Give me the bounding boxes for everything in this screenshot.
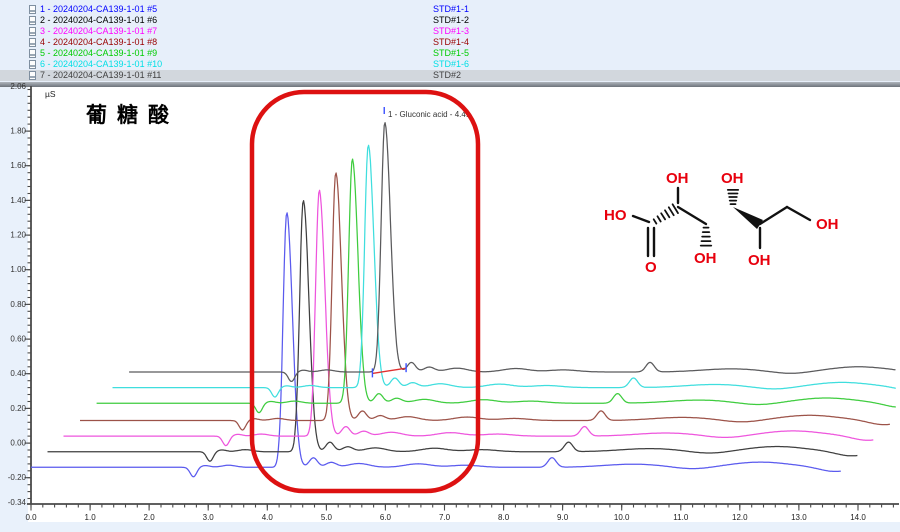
bond — [633, 216, 649, 222]
x-tick-label: 5.0 — [321, 513, 333, 522]
x-tick-label: 13.0 — [791, 513, 807, 522]
x-tick-label: 8.0 — [498, 513, 510, 522]
x-tick-label: 11.0 — [673, 513, 689, 522]
x-tick-label: 12.0 — [732, 513, 748, 522]
end-ho-label: HO — [604, 207, 627, 224]
y-tick-label: 1.00 — [10, 265, 26, 274]
c2-oh-label: OH — [666, 170, 689, 187]
y-tick-label: 0.40 — [10, 369, 26, 378]
x-tick-label: 3.0 — [203, 513, 215, 522]
bond — [760, 207, 787, 224]
y-tick-label: 1.80 — [10, 127, 26, 136]
y-tick-label: 1.60 — [10, 161, 26, 170]
y-tick-label: 1.20 — [10, 231, 26, 240]
x-tick-label: 14.0 — [850, 513, 866, 522]
hashed-wedge-bond — [661, 213, 665, 219]
y-tick-label: 0.80 — [10, 300, 26, 309]
x-tick-label: 1.0 — [85, 513, 97, 522]
c6-oh-label: OH — [816, 216, 839, 233]
y-tick-label: 0.60 — [10, 335, 26, 344]
plot-title: 葡糖酸 — [86, 99, 179, 129]
y-max-label: 2.06 — [10, 82, 26, 91]
hashed-wedge-bond — [669, 207, 674, 215]
hashed-wedge-bond — [665, 210, 669, 217]
x-tick-label: 6.0 — [380, 513, 392, 522]
c5-oh-label: OH — [748, 252, 771, 269]
bond — [678, 207, 706, 224]
peak-label: 1 - Gluconic acid - 4.41 — [388, 110, 471, 119]
solid-wedge-bond — [733, 207, 763, 229]
c4-oh-label: OH — [721, 170, 744, 187]
carbonyl-o-label: O — [645, 259, 657, 276]
y-tick-label: -0.20 — [8, 473, 27, 482]
c3-oh-label: OH — [694, 250, 717, 267]
molecule-structure: HO O OH OH OH OH OH — [596, 158, 896, 288]
y-tick-label: 1.40 — [10, 196, 26, 205]
hashed-wedge-bond — [654, 219, 657, 223]
x-tick-label: 9.0 — [557, 513, 569, 522]
hashed-wedge-bond — [673, 204, 678, 213]
bond — [787, 207, 810, 220]
hashed-wedge-bond — [658, 216, 661, 221]
x-tick-label: 10.0 — [614, 513, 630, 522]
y-tick-label: 0.20 — [10, 404, 26, 413]
x-tick-label: 7.0 — [439, 513, 451, 522]
y-min-label: -0.34 — [8, 498, 27, 507]
x-tick-label: 4.0 — [262, 513, 274, 522]
chromatography-workspace: 1 - 20240204-CA139-1-01 #5STD#1-12 - 202… — [0, 0, 900, 532]
y-axis-unit: µS — [45, 89, 56, 99]
x-tick-label: 0.0 — [25, 513, 37, 522]
integration-baseline — [372, 368, 406, 373]
y-tick-label: 0.00 — [10, 439, 26, 448]
x-tick-label: 2.0 — [144, 513, 156, 522]
